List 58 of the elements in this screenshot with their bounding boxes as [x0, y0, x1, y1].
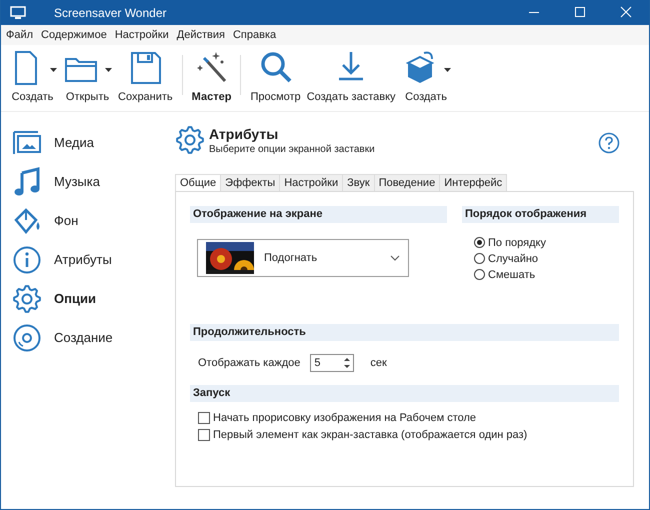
radio-label: По порядку	[488, 236, 546, 248]
disc-icon	[12, 322, 42, 352]
sidebar-item[interactable]: Создание	[1, 318, 161, 357]
field-label: Отображать каждое	[198, 357, 300, 369]
spinner-arrows-icon[interactable]	[343, 356, 352, 370]
tab[interactable]: Звук	[342, 174, 375, 191]
checkbox[interactable]	[198, 412, 210, 424]
settings-icon	[175, 125, 205, 155]
page-title: Атрибуты	[209, 126, 280, 142]
caret-icon[interactable]	[105, 68, 112, 72]
section-header: Запуск	[190, 385, 619, 402]
sidebar-item[interactable]: Медиа	[1, 123, 161, 162]
dropdown[interactable]: Подогнать	[197, 239, 409, 277]
sidebar-item[interactable]: Опции	[1, 279, 161, 318]
help-icon[interactable]	[598, 132, 620, 154]
toolbar-button[interactable]: Сохранить	[115, 49, 176, 103]
sidebar-item[interactable]: Атрибуты	[1, 240, 161, 279]
section-header: Порядок отображения	[462, 206, 619, 223]
tab[interactable]: Поведение	[374, 174, 440, 191]
sidebar-item[interactable]: Музыка	[1, 162, 161, 201]
tab[interactable]: Эффекты	[220, 174, 280, 191]
paint-bucket-icon	[12, 206, 42, 236]
settings-icon	[12, 284, 42, 314]
window-title: Screensaver Wonder	[54, 6, 168, 20]
toolbar-button[interactable]: Создать	[398, 49, 454, 103]
section-header: Продолжительность	[190, 324, 619, 341]
caret-icon[interactable]	[444, 68, 451, 72]
menu-item[interactable]: Файл	[6, 29, 34, 41]
section-header: Отображение на экране	[190, 206, 447, 223]
tab[interactable]: Интерфейс	[439, 174, 508, 191]
menu-item[interactable]: Содержимое	[41, 29, 107, 41]
radio-label: Смешать	[488, 268, 536, 280]
checkbox-label: Начать прорисовку изображения на Рабочем столе	[213, 412, 476, 424]
radio-button[interactable]	[474, 269, 485, 280]
chevron-icon	[390, 255, 400, 261]
spin-box[interactable]: 5	[310, 354, 354, 372]
tab[interactable]: Настройки	[279, 174, 344, 191]
checkbox-label: Первый элемент как экран-заставка (отображается один раз)	[213, 428, 528, 440]
sidebar-item[interactable]: Фон	[1, 201, 161, 240]
music-note-icon	[12, 166, 42, 196]
radio-button[interactable]	[474, 253, 485, 264]
menu-item[interactable]: Настройки	[114, 29, 169, 41]
menu-item[interactable]: Действия	[176, 29, 225, 41]
menu-item[interactable]: Справка	[232, 29, 276, 41]
info-icon	[12, 244, 42, 274]
toolbar-button[interactable]: Просмотр	[247, 49, 304, 103]
tab[interactable]: Общие	[175, 174, 222, 191]
radio-button[interactable]	[474, 237, 485, 248]
radio-label: Случайно	[488, 252, 538, 264]
unit-label: сек	[370, 357, 387, 369]
page-subtitle: Выберите опции экранной заставки	[209, 144, 376, 154]
toolbar-button[interactable]: Создать заставку	[304, 49, 399, 103]
caret-icon[interactable]	[50, 68, 57, 72]
toolbar-button[interactable]: Открыть	[60, 49, 115, 103]
monitor-icon	[10, 6, 26, 20]
toolbar-button[interactable]: Создать	[5, 49, 60, 103]
toolbar-button[interactable]: Мастер	[188, 49, 234, 103]
checkbox[interactable]	[198, 428, 210, 440]
